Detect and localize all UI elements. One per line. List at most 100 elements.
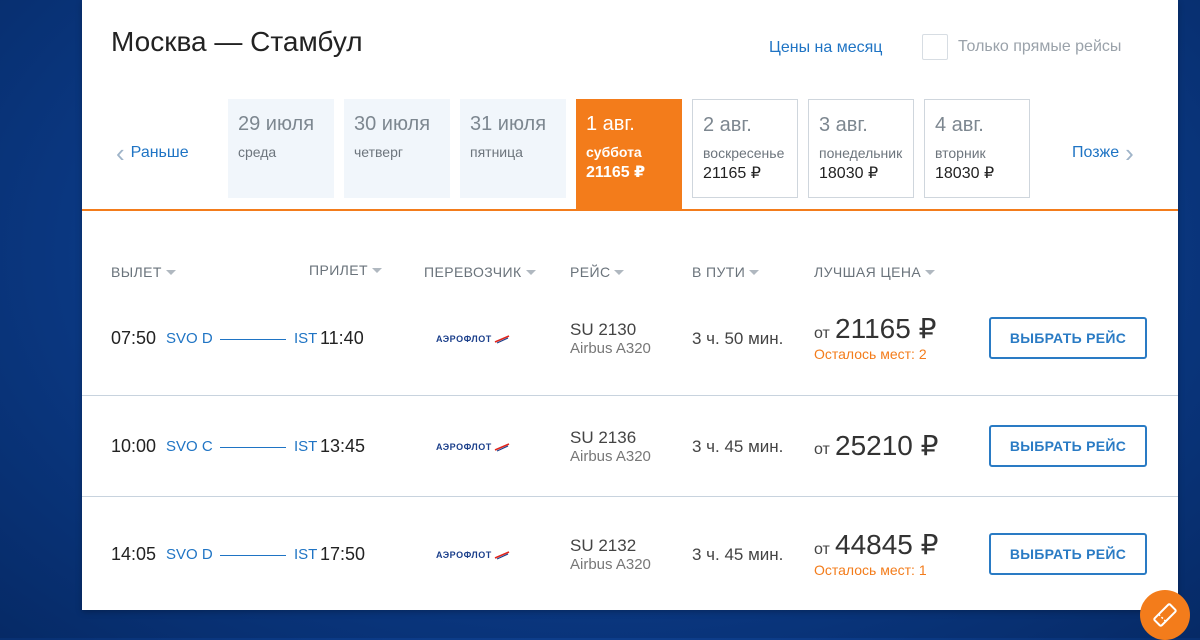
flight-price: 25210 ₽ [835, 430, 939, 461]
arrival-airport: IST [294, 546, 318, 563]
arrival-time: 17:50 [320, 544, 366, 564]
month-prices-link[interactable]: Цены на месяц [769, 39, 882, 57]
departure-airport: SVO D [166, 330, 213, 347]
date-label: 4 авг. [935, 114, 984, 136]
sort-carrier[interactable]: ПЕРЕВОЗЧИК [424, 264, 536, 280]
date-price: 21165 ₽ [586, 164, 646, 181]
date-tile-0[interactable]: 29 июля среда [228, 99, 334, 198]
table-row: 07:50 SVO D IST 11:40 АЭРОФЛОТ SU 2130 A… [82, 290, 1178, 390]
carrier-logo: АЭРОФЛОТ [436, 334, 510, 344]
arrival-airport: IST [294, 330, 318, 347]
carrier-logo: АЭРОФЛОТ [436, 442, 510, 452]
aircraft-type: Airbus A320 [570, 448, 651, 465]
seats-left: Осталось мест: 2 [814, 346, 927, 362]
sort-arrow-icon [925, 269, 936, 275]
aeroflot-wing-icon [494, 443, 510, 452]
flight-duration: 3 ч. 50 мин. [692, 329, 784, 348]
arrival-time: 11:40 [320, 328, 364, 348]
sort-arrival[interactable]: ПРИЛЕТ [309, 262, 382, 278]
sort-arrow-icon [165, 269, 176, 275]
flight-duration: 3 ч. 45 мин. [692, 545, 784, 564]
flight-duration: 3 ч. 45 мин. [692, 437, 784, 456]
arrival-airport: IST [294, 438, 318, 455]
later-dates-button[interactable]: Позже › [1072, 138, 1134, 168]
departure-time: 14:05 [111, 544, 157, 564]
date-bar-divider [82, 209, 1178, 211]
date-label: 1 авг. [586, 113, 635, 135]
earlier-dates-button[interactable]: ‹ Раньше [116, 138, 189, 168]
select-flight-button[interactable]: ВЫБРАТЬ РЕЙС [989, 317, 1147, 359]
sort-best-price[interactable]: ЛУЧШАЯ ЦЕНА [814, 264, 936, 280]
date-label: 29 июля [238, 113, 315, 135]
weekday-label: пятница [470, 144, 523, 160]
weekday-label: воскресенье [703, 145, 785, 161]
column-label: ПЕРЕВОЗЧИК [424, 264, 522, 280]
carrier-name: АЭРОФЛОТ [436, 550, 492, 560]
date-price: 21165 ₽ [703, 165, 761, 182]
sort-arrow-icon [525, 269, 536, 275]
route-line [220, 555, 286, 556]
date-tile-4[interactable]: 2 авг. воскресенье 21165 ₽ [692, 99, 798, 198]
search-results-card: Москва — Стамбул Цены на месяц Только пр… [82, 0, 1178, 610]
weekday-label: понедельник [819, 145, 903, 161]
direct-only-checkbox[interactable] [922, 34, 948, 60]
route-line [220, 447, 286, 448]
select-flight-button[interactable]: ВЫБРАТЬ РЕЙС [989, 533, 1147, 575]
sort-departure[interactable]: ВЫЛЕТ [111, 264, 176, 280]
carrier-name: АЭРОФЛОТ [436, 442, 492, 452]
date-label: 2 авг. [703, 114, 752, 136]
flight-price: 21165 ₽ [835, 313, 937, 344]
aircraft-type: Airbus A320 [570, 340, 651, 357]
carrier-logo: АЭРОФЛОТ [436, 550, 510, 560]
departure-airport: SVO C [166, 438, 213, 455]
date-tile-1[interactable]: 30 июля четверг [344, 99, 450, 198]
earlier-label: Раньше [130, 144, 189, 161]
weekday-label: четверг [354, 144, 403, 160]
direct-only-label: Только прямые рейсы [958, 38, 1122, 55]
departure-time: 07:50 [111, 328, 157, 348]
weekday-label: суббота [586, 144, 642, 160]
route-line [220, 339, 286, 340]
date-tile-6[interactable]: 4 авг. вторник 18030 ₽ [924, 99, 1030, 198]
sort-arrow-icon [371, 267, 382, 273]
date-tile-5[interactable]: 3 авг. понедельник 18030 ₽ [808, 99, 914, 198]
column-label: ВЫЛЕТ [111, 264, 162, 280]
column-label: ПРИЛЕТ [309, 262, 368, 278]
seats-left: Осталось мест: 1 [814, 562, 927, 578]
aircraft-type: Airbus A320 [570, 556, 651, 573]
sort-arrow-icon [614, 269, 625, 275]
ticket-icon [1153, 603, 1177, 627]
select-flight-button[interactable]: ВЫБРАТЬ РЕЙС [989, 425, 1147, 467]
aeroflot-wing-icon [494, 551, 510, 560]
direct-only-toggle[interactable]: Только прямые рейсы [922, 34, 1121, 60]
date-label: 31 июля [470, 113, 547, 135]
table-row: 14:05 SVO D IST 17:50 АЭРОФЛОТ SU 2132 A… [82, 497, 1178, 597]
date-label: 3 авг. [819, 114, 868, 136]
flight-price: 44845 ₽ [835, 529, 939, 560]
sort-duration[interactable]: В ПУТИ [692, 264, 760, 280]
date-tile-2[interactable]: 31 июля пятница [460, 99, 566, 198]
sort-arrow-icon [749, 269, 760, 275]
column-label: В ПУТИ [692, 264, 746, 280]
column-label: РЕЙС [570, 264, 611, 280]
flight-number: SU 2130 [570, 320, 637, 339]
arrival-time: 13:45 [320, 436, 366, 456]
table-row: 10:00 SVO C IST 13:45 АЭРОФЛОТ SU 2136 A… [82, 396, 1178, 496]
price-from-label: от [814, 441, 830, 458]
departure-time: 10:00 [111, 436, 157, 456]
aeroflot-wing-icon [494, 335, 510, 344]
chevron-right-icon: › [1125, 138, 1134, 168]
date-label: 30 июля [354, 113, 431, 135]
weekday-label: вторник [935, 145, 986, 161]
page-title: Москва — Стамбул [111, 26, 363, 57]
chevron-left-icon: ‹ [116, 138, 125, 168]
date-tile-selected[interactable]: 1 авг. суббота 21165 ₽ [576, 99, 682, 210]
carrier-name: АЭРОФЛОТ [436, 334, 492, 344]
price-from-label: от [814, 325, 830, 342]
later-label: Позже [1072, 144, 1120, 161]
weekday-label: среда [238, 144, 277, 160]
sort-flight[interactable]: РЕЙС [570, 264, 625, 280]
ticket-widget-button[interactable] [1140, 590, 1190, 640]
price-from-label: от [814, 541, 830, 558]
flight-number: SU 2132 [570, 536, 637, 555]
